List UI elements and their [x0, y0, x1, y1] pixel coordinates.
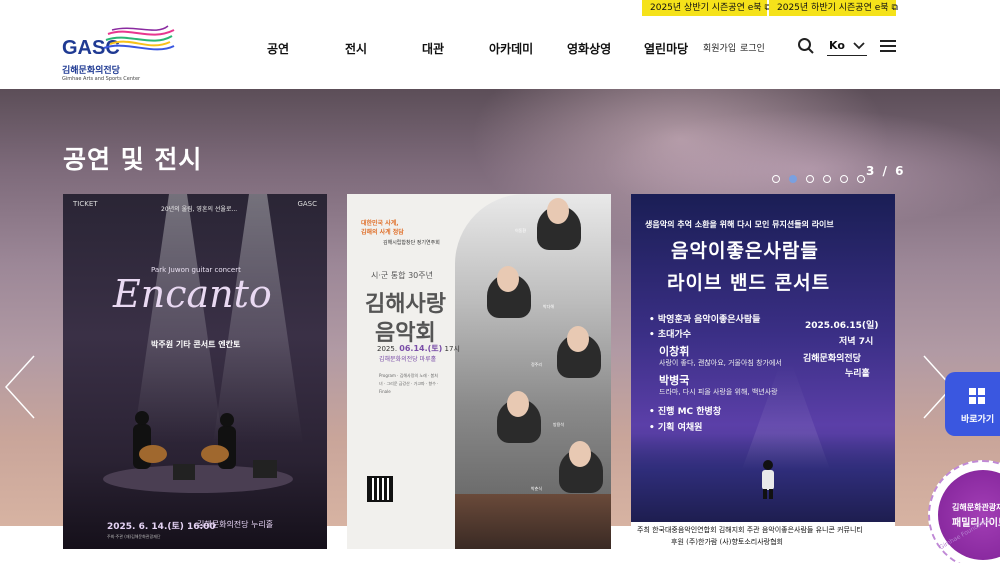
section-title: 공연 및 전시 [63, 145, 203, 174]
poster-top-right: GASC [297, 200, 317, 208]
ebook-link-first-half[interactable]: 2025년 상반기 시즌공연 e북 ⧉ [642, 0, 771, 16]
chevron-left-icon [4, 355, 35, 419]
poster-orange-tagline: 대한민국 사계, 김해의 사계 정담 [361, 220, 404, 236]
logo-english-name: Gimhae Arts and Sports Center [62, 76, 141, 82]
nav-movie[interactable]: 영화상영 [567, 40, 611, 57]
performer-name: 방용석 [553, 422, 565, 427]
poster-title-line1: 음악이좋은사람들 [671, 240, 819, 262]
poster-item: 박병국 [659, 374, 690, 387]
performer-name: 이동환 [515, 228, 527, 233]
poster-item: • 초대가수 [649, 330, 692, 340]
poster-tagline: 20년의 울림, 영혼의 선율로... [161, 206, 238, 213]
external-link-icon: ⧉ [891, 3, 898, 13]
poster-program: Program · 김해사랑의 노래 · 봄처녀 · 그리운 금강산 · 가고파… [379, 373, 439, 394]
badge-line1: 김해문화관광재단 [952, 503, 1000, 512]
poster-title-line1: 김해사랑 [365, 292, 446, 317]
site-header: GASC 김해문화의전당 Gimhae Arts and Sports Cent… [0, 16, 1000, 89]
language-select[interactable]: Ko [827, 36, 867, 56]
performer-name: 박다해 [543, 304, 555, 309]
search-icon [798, 38, 814, 54]
poster-gimhae-love-concert[interactable]: 대한민국 사계, 김해의 사계 정담 김해시립합창단 정기연주회 시·군 통합 3… [347, 194, 611, 549]
top-announcement-bar: 2025년 상반기 시즌공연 e북 ⧉ 2025년 하반기 시즌공연 e북 ⧉ [0, 0, 1000, 16]
ebook-link-label: 2025년 하반기 시즌공연 e북 [777, 3, 889, 13]
poster-item: 이창휘 [659, 345, 690, 358]
stage-guitarists-image [103, 411, 293, 493]
poster-title: Encanto [113, 272, 272, 316]
poster-supporters: 후원 (주)한가람 (사)향토소리사랑협회 [671, 538, 783, 546]
ebook-link-label: 2025년 상반기 시즌공연 e북 [650, 3, 762, 13]
poster-top-left: TICKET [73, 200, 98, 208]
poster-date: 2025. 06.14.(토) 17시 [377, 344, 460, 353]
nav-performance[interactable]: 공연 [267, 40, 289, 57]
signup-link[interactable]: 회원가입 [703, 41, 736, 54]
logo-mark-text: GASC [62, 37, 120, 59]
slide-counter: 3 / 6 [866, 164, 906, 178]
ebook-link-second-half[interactable]: 2025년 하반기 시즌공연 e북 ⧉ [769, 0, 898, 16]
performer-name: 정주리 [531, 362, 543, 367]
search-button[interactable] [797, 37, 815, 55]
poster-item: • 박영훈과 음악이좋은사람들 [649, 315, 761, 325]
grid-icon [969, 388, 985, 404]
poster-venue: 김해문화의전당 마루홀 [379, 356, 437, 363]
poster-fineprint: 주최·주관 (재)김해문화관광재단 [107, 534, 161, 539]
orchestra-image [455, 494, 611, 549]
poster-item: 드라마, 다시 피올 사랑을 위해, 백년사랑 [659, 388, 778, 396]
chevron-down-icon [853, 42, 865, 50]
login-link[interactable]: 로그인 [740, 41, 765, 54]
poster-item: • 진행 MC 한병창 [649, 407, 722, 417]
poster-sponsors: 주최 한국대중음악인연합회 김해지회 주관 음악이좋은사람들 유니콘 커뮤니티 [637, 526, 863, 534]
poster-subtitle-ko: 박주원 기타 콘서트 엔칸토 [151, 340, 241, 349]
poster-item: 사랑이 좋다, 괜찮아요, 거울아침 창가에서 [659, 359, 782, 367]
poster-encanto[interactable]: TICKET 20년의 울림, 영혼의 선율로... GASC Park Juw… [63, 194, 327, 549]
poster-venue-hall: 누리홀 [845, 369, 870, 379]
poster-live-band-concert[interactable]: 생음악의 추억 소환을 위해 다시 모인 뮤지션들의 라이브 음악이좋은사람들 … [631, 194, 895, 549]
language-current: Ko [829, 39, 845, 52]
poster-date: 2025.06.15(일) [805, 321, 879, 331]
nav-rental[interactable]: 대관 [422, 40, 444, 57]
poster-time: 저녁 7시 [839, 337, 874, 347]
qr-code-icon [367, 476, 393, 502]
site-logo[interactable]: GASC 김해문화의전당 Gimhae Arts and Sports Cent… [60, 22, 180, 82]
nav-exhibition[interactable]: 전시 [345, 40, 367, 57]
quick-link-button[interactable]: 바로가기 [945, 372, 1000, 436]
poster-venue: 김해문화의전당 [803, 354, 861, 364]
menu-button[interactable] [880, 40, 896, 53]
performer-name: 박춘식 [531, 486, 543, 491]
slider-pagination [772, 168, 869, 183]
poster-tagline: 생음악의 추억 소환을 위해 다시 모인 뮤지션들의 라이브 [645, 220, 834, 229]
singer-silhouette [762, 460, 774, 499]
poster-subhead: 시·군 통합 30주년 [371, 271, 433, 280]
poster-item: • 기획 여채원 [649, 423, 703, 433]
poster-organizer: 김해시립합창단 정기연주회 [383, 240, 440, 246]
nav-academy[interactable]: 아카데미 [489, 40, 533, 57]
poster-venue: 김해문화의전당 누리홀 [197, 520, 274, 529]
slider-dot[interactable] [772, 175, 780, 183]
gasc-logo-icon: GASC [62, 25, 175, 59]
poster-footer: 주최 한국대중음악인연합회 김해지회 주관 음악이좋은사람들 유니콘 커뮤니티 … [631, 522, 895, 549]
poster-title-line2: 라이브 밴드 콘서트 [667, 272, 831, 294]
nav-open-square[interactable]: 열린마당 [644, 40, 688, 57]
quick-link-label: 바로가기 [961, 415, 995, 425]
slider-prev-button[interactable] [2, 354, 38, 420]
hamburger-icon [880, 40, 896, 42]
logo-korean-name: 김해문화의전당 [62, 66, 120, 76]
